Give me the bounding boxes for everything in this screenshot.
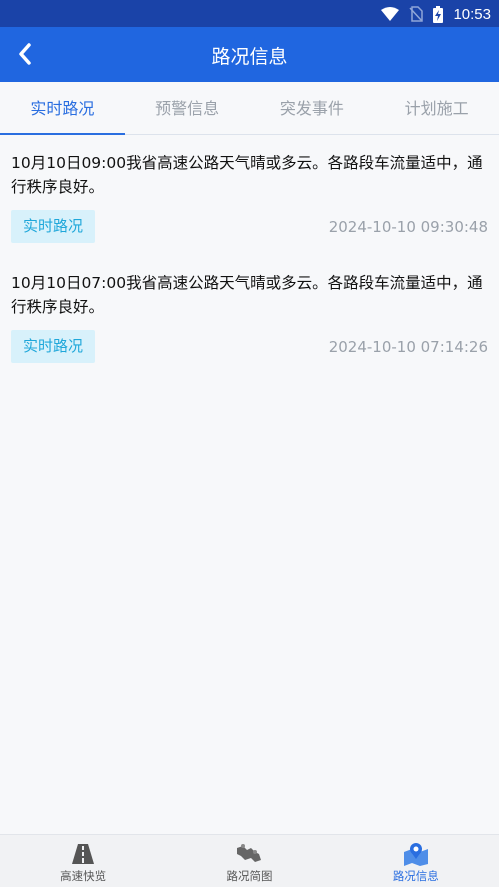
item-text: 10月10日07:00我省高速公路天气晴或多云。各路段车流量适中，通行秩序良好。 — [11, 274, 483, 316]
status-bar: 10:53 — [0, 0, 499, 27]
tab-construction[interactable]: 计划施工 — [374, 82, 499, 134]
nav-label: 路况信息 — [392, 869, 439, 883]
no-sim-icon — [409, 6, 424, 22]
app-header: 路况信息 — [0, 27, 499, 82]
nav-item-traffic-info[interactable]: 路况信息 — [333, 835, 499, 887]
nav-item-highway-overview[interactable]: 高速快览 — [0, 835, 166, 887]
item-timestamp: 2024-10-10 09:30:48 — [328, 218, 488, 236]
nav-label: 高速快览 — [60, 869, 107, 883]
tab-bar: 实时路况 预警信息 突发事件 计划施工 — [0, 82, 499, 135]
route-map-icon — [237, 844, 262, 862]
road-icon — [72, 844, 95, 864]
list-item[interactable]: 10月10日09:00我省高速公路天气晴或多云。各路段车流量适中，通行秩序良好。… — [0, 136, 499, 256]
tab-incident[interactable]: 突发事件 — [250, 82, 375, 134]
status-icons: 10:53 — [381, 4, 491, 24]
tab-warning[interactable]: 预警信息 — [125, 82, 250, 134]
nav-item-route-map[interactable]: 路况简图 — [166, 835, 332, 887]
tab-realtime[interactable]: 实时路况 — [0, 82, 125, 135]
nav-label: 路况简图 — [226, 869, 273, 883]
page-title: 路况信息 — [211, 46, 288, 68]
bottom-nav: 高速快览 路况简图 路况信息 — [0, 834, 499, 887]
info-map-icon — [403, 843, 428, 866]
status-time: 10:53 — [453, 5, 491, 23]
item-timestamp: 2024-10-10 07:14:26 — [328, 338, 488, 356]
category-badge: 实时路况 — [11, 210, 96, 243]
item-text: 10月10日09:00我省高速公路天气晴或多云。各路段车流量适中，通行秩序良好。 — [11, 154, 483, 196]
battery-charging-icon — [433, 5, 444, 23]
wifi-icon — [381, 7, 400, 21]
category-badge: 实时路况 — [11, 330, 96, 363]
list-item[interactable]: 10月10日07:00我省高速公路天气晴或多云。各路段车流量适中，通行秩序良好。… — [0, 256, 499, 376]
traffic-info-list: 10月10日09:00我省高速公路天气晴或多云。各路段车流量适中，通行秩序良好。… — [0, 136, 499, 376]
